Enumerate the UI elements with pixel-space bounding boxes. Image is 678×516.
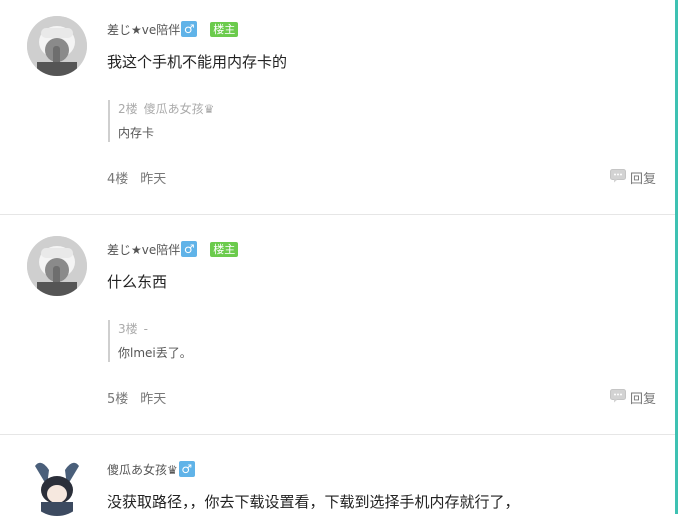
reply-button[interactable]: 回复 — [609, 168, 656, 187]
gender-male-icon: ♂ — [178, 461, 195, 477]
reply-label: 回复 — [629, 172, 656, 187]
avatar[interactable] — [27, 236, 87, 296]
post-time: 昨天 — [140, 392, 167, 407]
quote-floor: 3楼 — [118, 322, 138, 336]
reply-label: 回复 — [629, 392, 656, 407]
floor-number: 5楼 — [107, 392, 129, 407]
quote-text: 内存卡 — [118, 126, 155, 140]
comment-icon — [609, 168, 626, 187]
quote-header: 2楼 傻瓜あ女孩♛ — [118, 100, 220, 118]
quote-author[interactable]: - — [144, 322, 148, 336]
gender-male-icon: ♂ — [181, 21, 198, 37]
owner-badge: 楼主 — [210, 21, 239, 37]
gender-male-icon: ♂ — [181, 241, 198, 257]
post-content: 我这个手机不能用内存卡的 — [107, 53, 288, 71]
quote-header: 3楼 - — [118, 320, 192, 338]
quote-author[interactable]: 傻瓜あ女孩♛ — [144, 102, 215, 116]
post-content: 什么东西 — [107, 273, 168, 291]
post-content: 没获取路径，，你去下载设置看，下载到选择手机内存就行了， — [107, 493, 520, 511]
quote-floor: 2楼 — [118, 102, 138, 116]
comment-icon — [609, 388, 626, 407]
avatar[interactable] — [27, 16, 87, 76]
avatar[interactable] — [27, 456, 87, 516]
post-footer: 4楼 昨天 — [107, 168, 178, 187]
quoted-reply: 2楼 傻瓜あ女孩♛ 内存卡 — [108, 100, 220, 142]
post-meta: 傻瓜あ女孩♛ ♂ — [107, 460, 195, 478]
username[interactable]: 傻瓜あ女孩♛ — [107, 461, 178, 478]
username[interactable]: 差じ★ve陪伴 — [107, 241, 180, 258]
quoted-reply: 3楼 - 你lmei丢了。 — [108, 320, 192, 362]
quote-text: 你lmei丢了。 — [118, 346, 192, 360]
reply-button[interactable]: 回复 — [609, 388, 656, 407]
username[interactable]: 差じ★ve陪伴 — [107, 21, 180, 38]
post-time: 昨天 — [140, 172, 167, 187]
post-footer: 5楼 昨天 — [107, 388, 178, 407]
post-meta: 差じ★ve陪伴 ♂ 楼主 — [107, 20, 239, 38]
divider — [0, 434, 675, 435]
divider — [0, 214, 675, 215]
owner-badge: 楼主 — [210, 241, 239, 257]
post-meta: 差じ★ve陪伴 ♂ 楼主 — [107, 240, 239, 258]
floor-number: 4楼 — [107, 172, 129, 187]
